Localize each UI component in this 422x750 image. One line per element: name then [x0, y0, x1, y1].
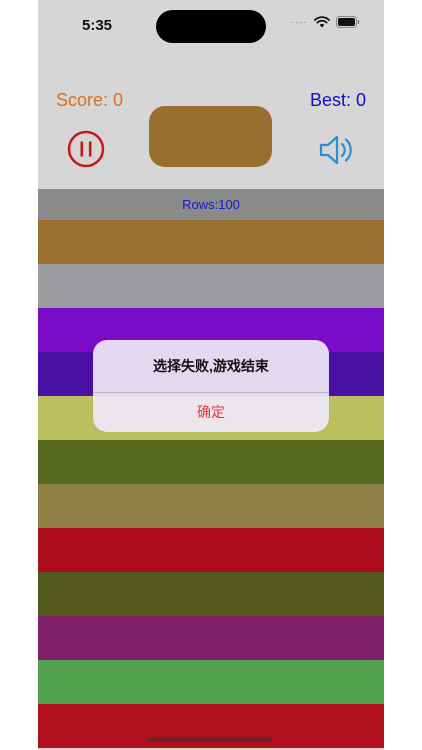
color-row[interactable]	[38, 220, 384, 264]
sound-toggle-button[interactable]	[316, 130, 356, 170]
color-row[interactable]	[38, 264, 384, 308]
dynamic-island	[156, 10, 266, 43]
status-time: 5:35	[82, 17, 113, 34]
rows-counter: Rows:100	[38, 189, 384, 220]
best-score-label: Best: 0	[309, 90, 366, 110]
score-label: Score: 0	[56, 90, 124, 110]
color-row[interactable]	[38, 484, 384, 528]
status-icons: ····	[291, 16, 360, 28]
status-bar: 5:35 ····	[38, 0, 384, 52]
signal-dots-icon: ····	[290, 16, 308, 28]
color-row[interactable]	[38, 528, 384, 572]
confirm-button[interactable]: 确定	[93, 393, 329, 432]
speaker-icon	[319, 135, 352, 165]
game-screen: 5:35 ···· Score: 0 Best: 0 Rows:100 选择失败…	[38, 0, 384, 750]
home-indicator	[148, 737, 272, 742]
dialog-title: 选择失败,游戏结束	[153, 358, 269, 374]
pause-circle-icon	[67, 130, 105, 168]
wifi-icon	[314, 16, 330, 28]
color-row[interactable]	[38, 616, 384, 660]
game-over-dialog: 选择失败,游戏结束 确定	[93, 340, 329, 432]
pause-button[interactable]	[67, 130, 105, 168]
color-row[interactable]	[38, 572, 384, 616]
color-row[interactable]	[38, 440, 384, 484]
battery-icon	[336, 16, 360, 28]
color-row[interactable]	[38, 660, 384, 704]
target-color-block	[149, 106, 272, 167]
